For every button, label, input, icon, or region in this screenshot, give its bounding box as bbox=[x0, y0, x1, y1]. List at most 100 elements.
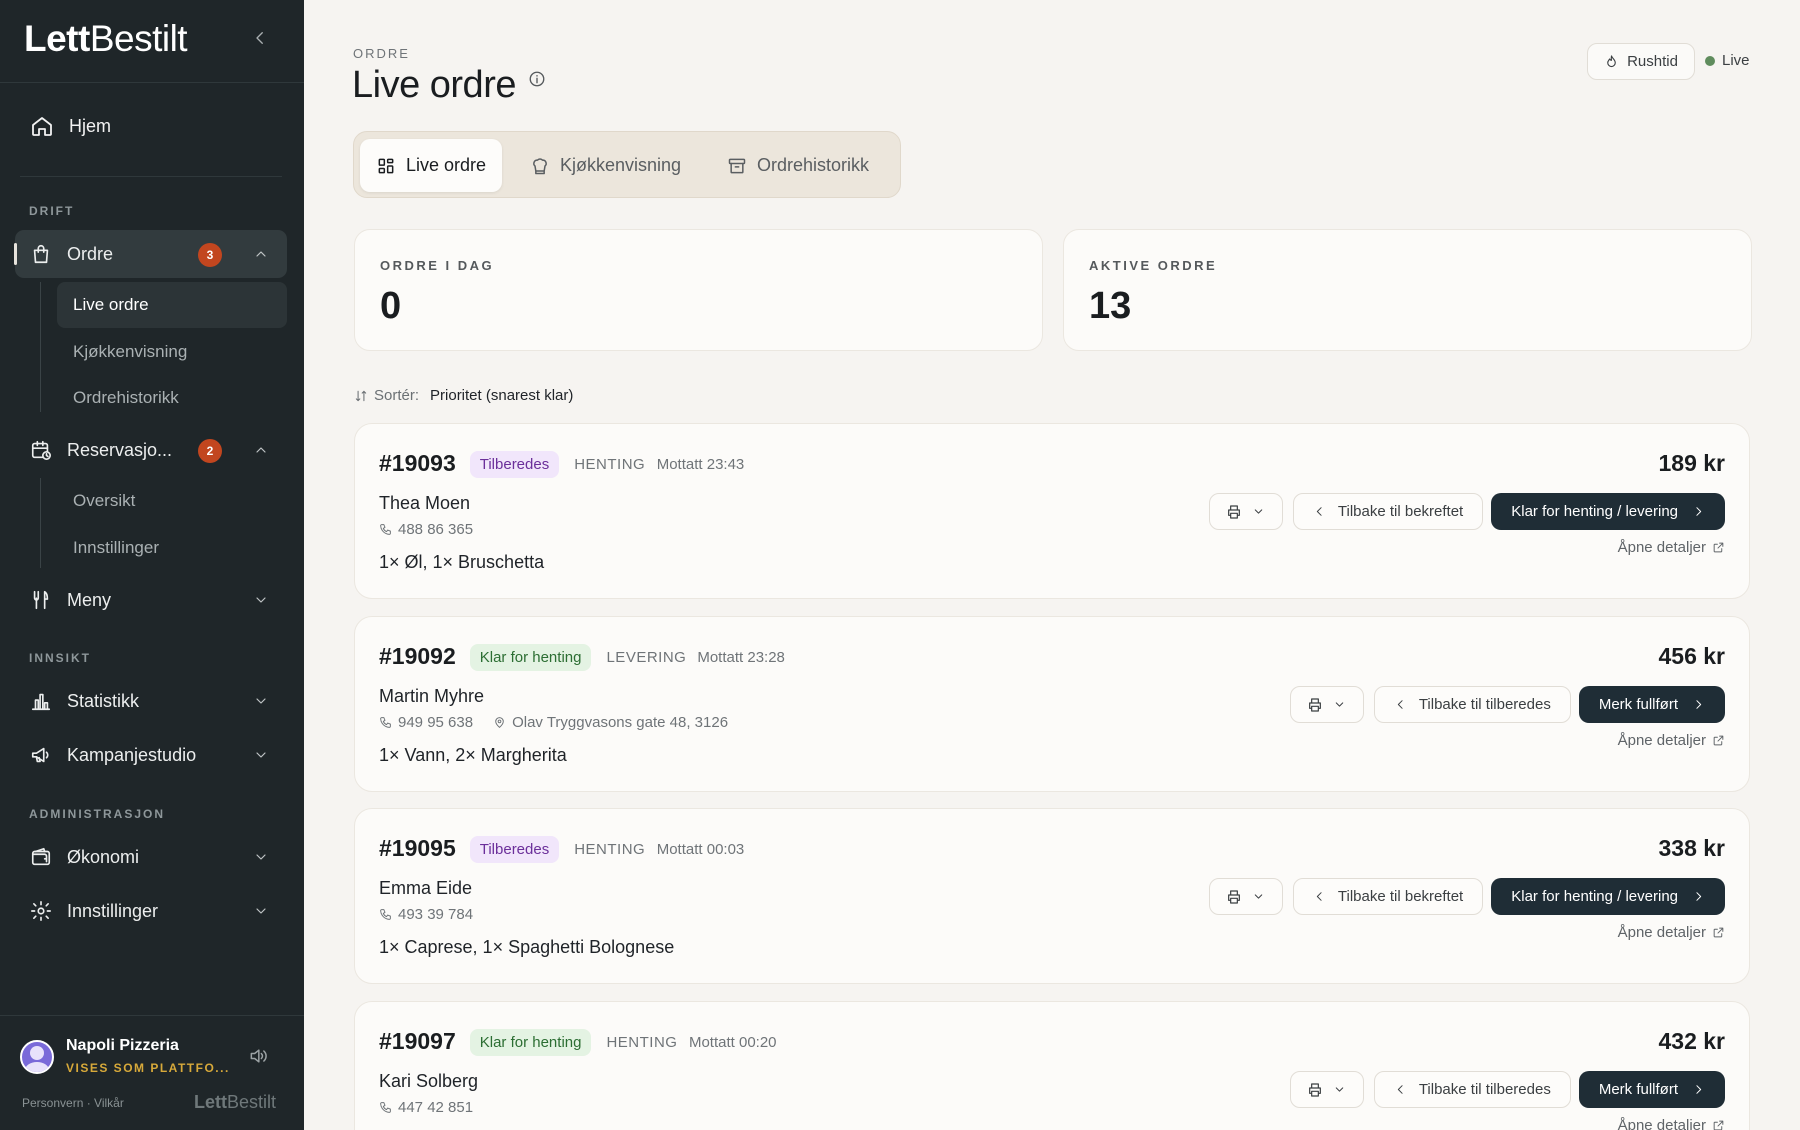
chevron-down-icon[interactable] bbox=[253, 903, 269, 919]
tab-live-ordre[interactable]: Live ordre bbox=[360, 139, 503, 192]
open-details-link[interactable]: Åpne detaljer bbox=[1618, 924, 1725, 941]
order-card[interactable]: #19097 Klar for henting HENTING Mottatt … bbox=[354, 1001, 1750, 1130]
tab-kjokkenvisning-label: Kjøkkenvisning bbox=[560, 155, 682, 175]
collapse-sidebar-icon[interactable] bbox=[251, 29, 269, 47]
nav-ordre-label: Ordre bbox=[67, 243, 114, 264]
nav-oversikt[interactable]: Oversikt bbox=[57, 478, 287, 524]
chevron-left-icon bbox=[1394, 1083, 1407, 1096]
chevron-up-icon[interactable] bbox=[253, 246, 269, 262]
order-card[interactable]: #19093 Tilberedes HENTING Mottatt 23:43 … bbox=[354, 423, 1750, 599]
nav-statistikk[interactable]: Statistikk bbox=[15, 677, 287, 725]
stat-value: 13 bbox=[1089, 285, 1132, 327]
app-logo[interactable]: LettBestilt bbox=[24, 18, 188, 60]
chevron-down-icon[interactable] bbox=[253, 592, 269, 608]
nav-reservasjon-innstillinger[interactable]: Innstillinger bbox=[57, 525, 287, 571]
chevron-down-icon[interactable] bbox=[253, 849, 269, 865]
order-status-badge: Klar for henting bbox=[469, 1029, 592, 1056]
stat-active-orders: AKTIVE ORDRE 13 bbox=[1063, 229, 1752, 351]
sort-arrows-icon bbox=[354, 389, 368, 403]
nav-reservasjoner[interactable]: Reservasjo... 2 bbox=[15, 426, 287, 474]
sort-value[interactable]: Prioritet (snarest klar) bbox=[430, 387, 573, 404]
nav-okonomi[interactable]: Økonomi bbox=[15, 833, 287, 881]
tab-kjokkenvisning[interactable]: Kjøkkenvisning bbox=[514, 139, 697, 192]
open-details-link[interactable]: Åpne detaljer bbox=[1618, 1117, 1725, 1130]
sidebar: LettBestilt Hjem DRIFT Ordre 3 Live ordr… bbox=[0, 0, 304, 1130]
shopping-bag-icon bbox=[30, 243, 52, 265]
live-indicator: Live bbox=[1705, 52, 1750, 69]
org-role: VISES SOM PLATTFO... bbox=[66, 1061, 230, 1075]
nav-ordrehistorikk[interactable]: Ordrehistorikk bbox=[57, 375, 287, 421]
print-button[interactable] bbox=[1208, 493, 1283, 530]
order-mode: HENTING bbox=[574, 456, 646, 473]
customer-name: Martin Myhre bbox=[379, 686, 485, 706]
sort-control[interactable]: Sortér: Prioritet (snarest klar) bbox=[354, 387, 573, 404]
nav-innstillinger[interactable]: Innstillinger bbox=[15, 887, 287, 935]
customer-phone: 949 95 638 bbox=[398, 714, 474, 731]
nav-meny[interactable]: Meny bbox=[15, 576, 287, 624]
info-icon[interactable] bbox=[528, 70, 546, 88]
section-administrasjon: ADMINISTRASJON bbox=[29, 807, 166, 821]
open-details-link[interactable]: Åpne detaljer bbox=[1618, 539, 1725, 556]
print-button[interactable] bbox=[1208, 878, 1283, 915]
nav-innstillinger-label: Innstillinger bbox=[67, 900, 159, 921]
advance-status-button[interactable]: Merk fullført bbox=[1578, 686, 1725, 723]
gear-icon bbox=[30, 900, 52, 922]
advance-status-button[interactable]: Klar for henting / levering bbox=[1491, 493, 1725, 530]
section-innsikt: INNSIKT bbox=[29, 651, 91, 665]
chevron-right-icon bbox=[1692, 1083, 1705, 1096]
volume-icon[interactable] bbox=[248, 1046, 268, 1066]
advance-status-button[interactable]: Klar for henting / levering bbox=[1491, 878, 1725, 915]
live-label: Live bbox=[1722, 52, 1750, 69]
rushtid-button[interactable]: Rushtid bbox=[1587, 43, 1695, 80]
wallet-icon bbox=[30, 846, 52, 868]
order-status-badge: Tilberedes bbox=[469, 451, 560, 478]
live-dot bbox=[1705, 55, 1715, 66]
order-id: #19097 bbox=[379, 1028, 456, 1054]
nav-home[interactable]: Hjem bbox=[30, 114, 111, 138]
open-details-label: Åpne detaljer bbox=[1617, 539, 1706, 556]
ordre-count-badge: 3 bbox=[198, 243, 222, 267]
print-button[interactable] bbox=[1289, 686, 1364, 723]
chevron-up-icon[interactable] bbox=[253, 442, 269, 458]
chevron-down-icon bbox=[1252, 890, 1265, 903]
order-mode: HENTING bbox=[574, 841, 646, 858]
print-button[interactable] bbox=[1289, 1071, 1364, 1108]
open-details-label: Åpne detaljer bbox=[1617, 924, 1706, 941]
back-status-button[interactable]: Tilbake til bekreftet bbox=[1292, 878, 1484, 915]
order-amount: 189 kr bbox=[1658, 450, 1725, 476]
order-mode: HENTING bbox=[606, 1034, 678, 1051]
chevron-left-icon bbox=[1394, 698, 1407, 711]
order-card[interactable]: #19092 Klar for henting LEVERING Mottatt… bbox=[354, 616, 1750, 792]
stat-value: 0 bbox=[380, 285, 402, 327]
breadcrumb: ORDRE bbox=[353, 46, 410, 61]
customer-name: Thea Moen bbox=[379, 493, 471, 513]
open-details-link[interactable]: Åpne detaljer bbox=[1618, 732, 1725, 749]
chevron-down-icon[interactable] bbox=[253, 693, 269, 709]
stat-label: ORDRE I DAG bbox=[380, 258, 495, 273]
back-status-label: Tilbake til bekreftet bbox=[1337, 503, 1464, 520]
page-title-text: Live ordre bbox=[352, 64, 516, 106]
nav-ordre[interactable]: Ordre 3 bbox=[14, 230, 287, 278]
external-link-icon bbox=[1712, 926, 1725, 939]
back-status-button[interactable]: Tilbake til tilberedes bbox=[1373, 686, 1571, 723]
order-card[interactable]: #19095 Tilberedes HENTING Mottatt 00:03 … bbox=[354, 808, 1750, 984]
rushtid-label: Rushtid bbox=[1627, 53, 1678, 70]
contact-line: 447 42 851 bbox=[379, 1099, 473, 1116]
advance-status-button[interactable]: Merk fullført bbox=[1578, 1071, 1725, 1108]
back-status-button[interactable]: Tilbake til bekreftet bbox=[1292, 493, 1484, 530]
nav-reservasjoner-label: Reservasjo... bbox=[67, 439, 173, 460]
nav-kjokkenvisning[interactable]: Kjøkkenvisning bbox=[57, 329, 287, 375]
order-status-badge: Klar for henting bbox=[469, 644, 592, 671]
external-link-icon bbox=[1712, 541, 1725, 554]
nav-live-ordre[interactable]: Live ordre bbox=[57, 282, 287, 328]
tab-ordrehistorikk[interactable]: Ordrehistorikk bbox=[711, 139, 885, 192]
back-status-button[interactable]: Tilbake til tilberedes bbox=[1373, 1071, 1571, 1108]
avatar[interactable] bbox=[20, 1040, 54, 1074]
open-details-label: Åpne detaljer bbox=[1617, 732, 1706, 749]
footer-links[interactable]: Personvern · Vilkår bbox=[22, 1096, 124, 1110]
contact-line: 488 86 365 bbox=[379, 521, 473, 538]
nav-kampanjestudio[interactable]: Kampanjestudio bbox=[15, 731, 287, 779]
order-status-badge: Tilberedes bbox=[469, 836, 560, 863]
chevron-down-icon[interactable] bbox=[253, 747, 269, 763]
chevron-down-icon bbox=[1333, 698, 1346, 711]
